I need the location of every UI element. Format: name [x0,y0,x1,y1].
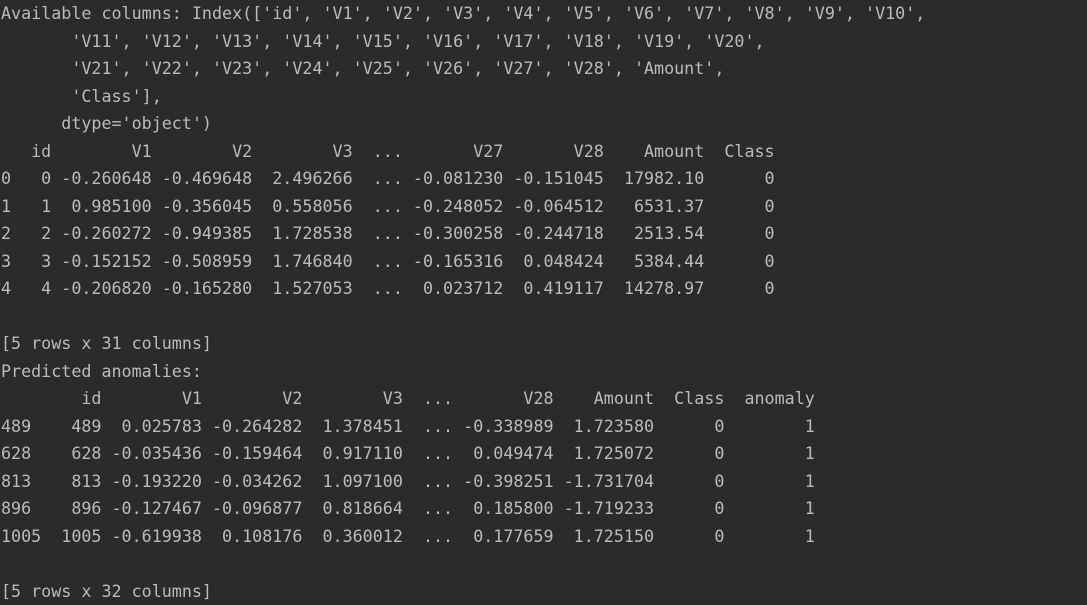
table1-row: 1 1 0.985100 -0.356045 0.558056 ... -0.2… [1,195,775,216]
console-line-columns-cont-1: 'V11', 'V12', 'V13', 'V14', 'V15', 'V16'… [1,30,765,51]
table2-shape-summary: [5 rows x 32 columns] [1,580,212,601]
table1-row: 0 0 -0.260648 -0.469648 2.496266 ... -0.… [1,168,775,188]
table2-row: 813 813 -0.193220 -0.034262 1.097100 ...… [1,470,815,491]
table2-row: 489 489 0.025783 -0.264282 1.378451 ... … [1,415,815,436]
console-line-columns-cont-3: 'Class'], [1,85,162,106]
predicted-anomalies-label: Predicted anomalies: [1,360,202,381]
table2-header-row: id V1 V2 V3 ... V28 Amount Class anomaly [1,388,815,408]
table1-header-row: id V1 V2 V3 ... V27 V28 Amount Class [1,140,775,161]
console-line-columns-cont-2: 'V21', 'V22', 'V23', 'V24', 'V25', 'V26'… [1,58,725,78]
table1-shape-summary: [5 rows x 31 columns] [1,333,212,353]
console-output[interactable]: Available columns: Index(['id', 'V1', 'V… [0,0,1087,605]
table1-row: 2 2 -0.260272 -0.949385 1.728538 ... -0.… [1,223,775,243]
table1-row: 3 3 -0.152152 -0.508959 1.746840 ... -0.… [1,250,775,271]
console-line-columns-header: Available columns: Index(['id', 'V1', 'V… [1,3,926,23]
console-line-dtype: dtype='object') [1,113,212,133]
table2-row: 896 896 -0.127467 -0.096877 0.818664 ...… [1,498,815,518]
table1-row: 4 4 -0.206820 -0.165280 1.527053 ... 0.0… [1,278,775,298]
table2-row: 1005 1005 -0.619938 0.108176 0.360012 ..… [1,525,815,546]
table2-row: 628 628 -0.035436 -0.159464 0.917110 ...… [1,443,815,463]
